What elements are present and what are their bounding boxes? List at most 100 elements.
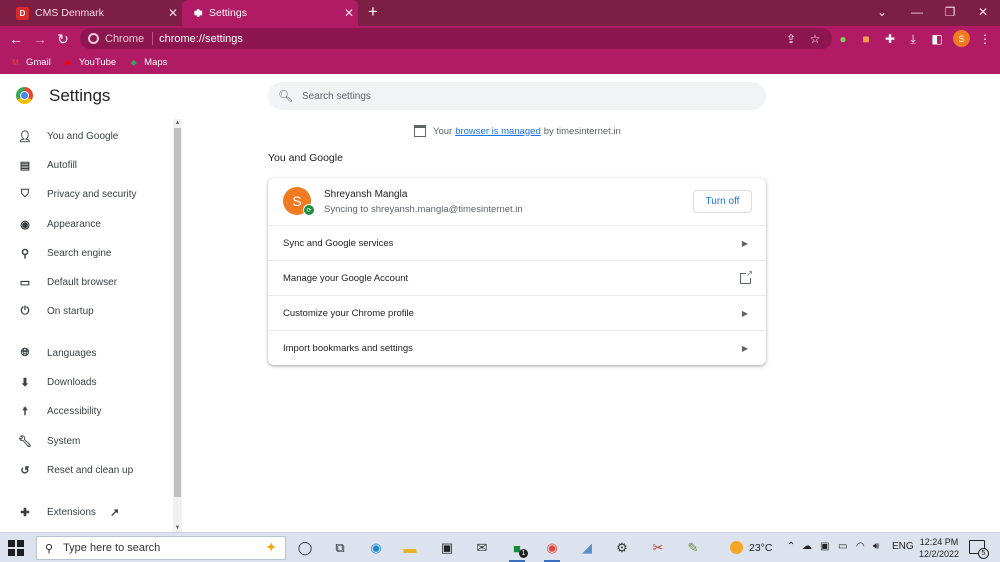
taskbar-search[interactable]: ⚲ Type here to search ✦ xyxy=(36,536,286,560)
scrollbar-thumb[interactable] xyxy=(174,128,181,497)
share-icon[interactable]: ⇪ xyxy=(782,30,800,48)
row-sync-services[interactable]: Sync and Google services ▶ xyxy=(268,225,766,260)
row-manage-account[interactable]: Manage your Google Account xyxy=(268,260,766,295)
task-view-icon[interactable]: ⧉ xyxy=(330,538,350,558)
forward-icon[interactable]: → xyxy=(30,29,50,49)
chevron-up-icon[interactable]: ⌃ xyxy=(787,541,795,552)
sidebar-item-label: On startup xyxy=(47,305,94,317)
sidebar-item-default-browser[interactable]: ▭ Default browser xyxy=(0,270,170,294)
extension-box-icon[interactable]: ■ xyxy=(857,30,875,48)
sidebar-item-on-startup[interactable]: ⏻ On startup xyxy=(0,299,170,323)
maximize-button[interactable]: ❐ xyxy=(935,0,965,24)
address-bar[interactable]: Chrome chrome://settings xyxy=(80,28,832,49)
store-icon[interactable]: ▣ xyxy=(437,538,457,558)
back-icon[interactable]: ← xyxy=(6,29,26,49)
volume-icon[interactable]: 🔊︎ xyxy=(873,541,879,552)
sidebar-item-languages[interactable]: 🌐︎ Languages xyxy=(0,341,170,365)
sidebar-item-reset[interactable]: ↺ Reset and clean up xyxy=(0,458,170,482)
managed-link[interactable]: browser is managed xyxy=(455,126,541,137)
sidebar-item-accessibility[interactable]: ☨ Accessibility xyxy=(0,399,170,423)
paint-icon[interactable]: ✎ xyxy=(683,538,703,558)
close-tab-icon[interactable]: ✕ xyxy=(340,6,358,20)
bookmark-label: Maps xyxy=(144,57,168,68)
bookmarks-bar: M Gmail ▶ YouTube ◆ Maps xyxy=(0,51,1000,74)
sidebar-item-label: Appearance xyxy=(47,218,101,230)
extensions-puzzle-icon[interactable]: ✚ xyxy=(881,30,899,48)
bookmark-gmail[interactable]: M Gmail xyxy=(10,57,51,68)
windows-taskbar: ⚲ Type here to search ✦ ◯ ⧉ ◉ ▬ ▣ ✉ ■ 1 ◉… xyxy=(0,532,1000,562)
turn-off-sync-button[interactable]: Turn off xyxy=(693,190,752,213)
tab-strip: D CMS Denmark ✕ Settings ✕ + ⌄ — ❐ ✕ xyxy=(0,0,1000,26)
gear-icon xyxy=(190,7,203,20)
system-clock[interactable]: 12:24 PM 12/2/2022 xyxy=(915,536,963,560)
meet-now-icon[interactable]: ▣ xyxy=(820,541,829,552)
windows-start-icon[interactable] xyxy=(8,540,24,556)
row-label: Sync and Google services xyxy=(283,237,394,249)
you-and-google-card: S ⟳ Shreyansh Mangla Syncing to shreyans… xyxy=(268,178,766,365)
external-link-icon: ↗ xyxy=(110,506,120,519)
weather-widget[interactable]: 23°C xyxy=(730,541,772,554)
app-badge-count: 1 xyxy=(519,549,528,558)
extension-android-icon[interactable]: ● xyxy=(834,30,852,48)
row-import-bookmarks[interactable]: Import bookmarks and settings ▶ xyxy=(268,330,766,365)
side-panel-icon[interactable]: ◧ xyxy=(928,30,946,48)
address-url[interactable]: chrome://settings xyxy=(153,33,243,45)
shield-icon: ⛉ xyxy=(20,187,30,200)
minimize-button[interactable]: — xyxy=(902,0,932,24)
download-icon[interactable]: ⤓ xyxy=(904,30,922,48)
managed-suffix: by timesinternet.in xyxy=(543,125,621,137)
network-icon[interactable]: ▭ xyxy=(838,541,847,552)
onedrive-icon[interactable]: ☁ xyxy=(802,541,812,552)
menu-icon[interactable]: ⋮ xyxy=(976,30,994,48)
globe-icon: 🌐︎ xyxy=(20,346,30,359)
mail-icon[interactable]: ✉ xyxy=(472,538,492,558)
bookmark-youtube[interactable]: ▶ YouTube xyxy=(63,57,116,68)
scroll-down-icon[interactable]: ▼ xyxy=(174,525,181,531)
edge-icon[interactable]: ◉ xyxy=(366,538,386,558)
bookmark-label: YouTube xyxy=(78,57,117,68)
sidebar-scrollbar[interactable]: ▲ ▼ xyxy=(173,119,182,532)
sidebar-item-downloads[interactable]: ⬇ Downloads xyxy=(0,370,170,394)
settings-search[interactable]: 🔍︎ xyxy=(268,82,766,110)
cortana-icon[interactable]: ◯ xyxy=(295,538,315,558)
sidebar-item-label: Downloads xyxy=(47,376,97,388)
search-input[interactable] xyxy=(302,90,742,102)
chevron-right-icon: ▶ xyxy=(741,308,748,318)
row-customize-profile[interactable]: Customize your Chrome profile ▶ xyxy=(268,295,766,330)
close-tab-icon[interactable]: ✕ xyxy=(164,6,182,20)
reload-icon[interactable]: ↻ xyxy=(53,29,73,49)
bookmark-star-icon[interactable]: ☆ xyxy=(806,30,824,48)
sidebar-item-you-and-google[interactable]: 👤︎ You and Google xyxy=(0,124,170,148)
sidebar-item-search-engine[interactable]: ⚲ Search engine xyxy=(0,241,170,265)
chrome-app-icon[interactable]: ◉ xyxy=(542,538,562,562)
taskbar-search-placeholder: Type here to search xyxy=(63,542,161,554)
sync-icon: ⟳ xyxy=(303,204,315,216)
file-explorer-icon[interactable]: ▬ xyxy=(400,538,420,558)
sidebar-item-privacy[interactable]: ⛉ Privacy and security xyxy=(0,182,170,206)
tab-search-icon[interactable]: ⌄ xyxy=(867,0,897,24)
sidebar-item-autofill[interactable]: ▤ Autofill xyxy=(0,153,170,177)
sidebar-item-label: Extensions xyxy=(47,506,96,518)
chevron-right-icon: ▶ xyxy=(741,343,748,353)
wifi-icon[interactable]: ◠ xyxy=(856,541,865,552)
close-window-button[interactable]: ✕ xyxy=(968,0,998,24)
language-indicator[interactable]: ENG xyxy=(892,541,914,552)
tab-cms-denmark[interactable]: D CMS Denmark ✕ xyxy=(8,0,182,26)
bookmark-maps[interactable]: ◆ Maps xyxy=(128,57,168,68)
sidebar-item-extensions[interactable]: ✚ Extensions ↗ xyxy=(0,500,170,524)
notepad-icon[interactable]: ◢ xyxy=(577,538,597,558)
browser-toolbar: ← → ↻ Chrome chrome://settings ⇪ ☆ ● ■ ✚… xyxy=(0,26,1000,51)
sidebar-item-system[interactable]: 🔧︎ System xyxy=(0,429,170,453)
whatsapp-app-icon[interactable]: ■ 1 xyxy=(507,538,528,562)
tab-settings[interactable]: Settings ✕ xyxy=(182,0,358,26)
sidebar-item-label: Default browser xyxy=(47,276,118,288)
sidebar-item-appearance[interactable]: ◉ Appearance xyxy=(0,212,170,236)
settings-gear-icon[interactable]: ⚙ xyxy=(612,538,632,558)
scroll-up-icon[interactable]: ▲ xyxy=(174,120,181,126)
profile-avatar-button[interactable]: S xyxy=(953,30,970,47)
sync-status: Syncing to shreyansh.mangla@timesinterne… xyxy=(324,204,523,215)
snipping-tool-icon[interactable]: ✂ xyxy=(648,538,668,558)
new-tab-button[interactable]: + xyxy=(364,3,382,21)
section-title: You and Google xyxy=(268,152,343,164)
sidebar-item-label: Accessibility xyxy=(47,405,102,417)
